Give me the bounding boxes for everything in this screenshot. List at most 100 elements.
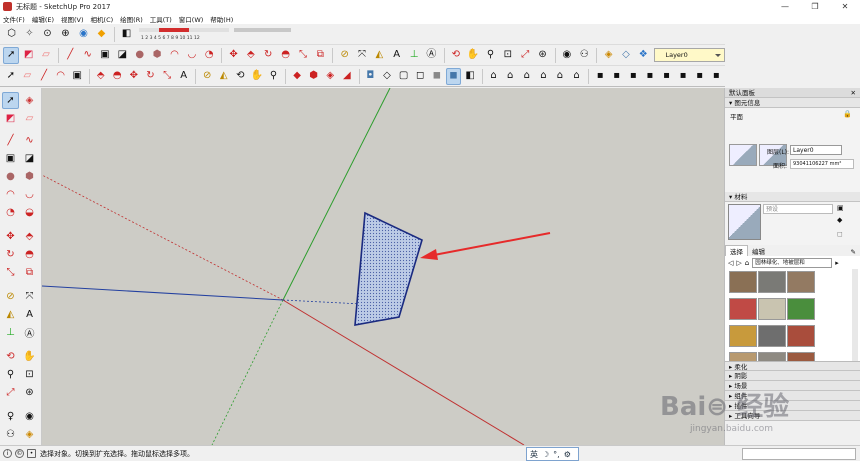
minimize-button[interactable]: — [770, 0, 800, 13]
offset-icon[interactable]: ⧉ [312, 47, 328, 64]
dimension-icon[interactable]: ⤧ [21, 288, 38, 305]
pan-icon[interactable]: ✋ [21, 348, 38, 365]
menu-tools[interactable]: 工具(T) [150, 14, 172, 24]
pinch-icon[interactable]: ✧ [21, 26, 38, 43]
rotated-rect-icon[interactable]: ◪ [21, 150, 38, 167]
pan-icon[interactable]: ✋ [465, 47, 481, 64]
arc2-icon[interactable]: ◡ [21, 186, 38, 203]
user-icon[interactable]: • [27, 449, 36, 458]
ime-language[interactable]: 英 [530, 449, 538, 460]
shadow-slider[interactable]: 1 2 3 4 5 6 7 8 9 10 11 12 [139, 26, 291, 42]
protractor-icon[interactable]: ◭ [371, 47, 387, 64]
offset-icon[interactable]: ⧉ [21, 264, 38, 281]
back-icon[interactable]: ◁ [728, 259, 733, 267]
freehand-icon[interactable]: ∿ [21, 132, 38, 149]
material-swatch[interactable] [758, 271, 786, 293]
material-swatch[interactable] [758, 352, 786, 361]
walk-icon[interactable]: ⚇ [576, 47, 592, 64]
freehand-icon[interactable]: ∿ [79, 47, 95, 64]
soften-header[interactable]: ▸ 柔化 [725, 361, 860, 371]
front-material-swatch[interactable] [729, 144, 757, 166]
zoom-icon[interactable]: ⚲ [2, 366, 19, 383]
drawing-viewport[interactable] [42, 88, 724, 445]
materials-header[interactable]: ▾ 材料 [725, 192, 860, 202]
offset-icon[interactable]: A [176, 68, 192, 85]
layers-icon[interactable]: ❖ [635, 47, 651, 64]
move-icon[interactable]: ✥ [2, 228, 19, 245]
menu-edit[interactable]: 编辑(E) [32, 14, 54, 24]
intersect-icon[interactable]: ▪ [609, 68, 625, 85]
shaded-textures-icon[interactable]: ◼ [445, 67, 462, 85]
top-view-icon[interactable]: ⌂ [502, 68, 518, 85]
close-icon[interactable]: ✕ [851, 88, 856, 98]
shadows-header[interactable]: ▸ 阴影 [725, 371, 860, 381]
xray-icon[interactable]: ◘ [363, 68, 379, 85]
move-icon[interactable]: ✥ [225, 47, 241, 64]
axes-icon[interactable]: ⊥ [406, 47, 422, 64]
position-camera-icon[interactable]: ♀ [2, 408, 19, 425]
menu-view[interactable]: 视图(V) [61, 14, 84, 24]
rectangle-icon[interactable]: ▣ [97, 47, 113, 64]
info-icon[interactable]: i [3, 449, 12, 458]
eraser-icon[interactable]: ▱ [20, 68, 36, 85]
text-icon[interactable]: A [389, 47, 405, 64]
3d-text-icon[interactable]: Ⓐ [423, 47, 439, 64]
pin-globe-icon[interactable]: ◉ [75, 26, 92, 43]
material-library-select[interactable]: 园林绿化、地被层和 [752, 257, 833, 268]
select-icon[interactable]: ➚ [3, 46, 20, 64]
tape-measure-icon[interactable]: ⊘ [2, 288, 19, 305]
scene-canvas[interactable] [42, 88, 724, 445]
entity-info-header[interactable]: ▾ 图元信息 [725, 98, 860, 108]
follow-me-icon[interactable]: ◓ [109, 68, 125, 85]
menu-camera[interactable]: 相机(C) [91, 14, 114, 24]
ime-bar[interactable]: 英 ☽ °, ⚙ [526, 447, 579, 461]
rotate-icon[interactable]: ↻ [143, 68, 159, 85]
lock-icon[interactable]: 🔒 [843, 110, 852, 118]
move-icon[interactable]: ✥ [126, 68, 142, 85]
cube-icon[interactable]: ⬡ [3, 26, 20, 43]
union-icon[interactable]: ▪ [625, 68, 641, 85]
menu-draw[interactable]: 绘图(R) [120, 14, 143, 24]
3d-text-icon[interactable]: Ⓐ [21, 324, 38, 341]
section-plane-icon[interactable]: ◈ [600, 47, 616, 64]
arc-icon[interactable]: ◠ [166, 47, 182, 64]
punctuation-icon[interactable]: °, [553, 450, 560, 459]
material-name-field[interactable]: 预设 [763, 204, 833, 214]
material-swatch[interactable] [787, 325, 815, 347]
selected-face[interactable] [354, 211, 423, 326]
rotated-rect-icon[interactable]: ◪ [114, 47, 130, 64]
push-pull-icon[interactable]: ⬘ [21, 228, 38, 245]
menu-help[interactable]: 帮助(H) [210, 14, 233, 24]
forward-icon[interactable]: ▷ [736, 259, 741, 267]
close-button[interactable]: ✕ [830, 0, 860, 13]
right-view-icon[interactable]: ⌂ [536, 68, 552, 85]
pin-plus-icon[interactable]: ⊕ [57, 26, 74, 43]
tape-measure-icon[interactable]: ⊘ [199, 68, 215, 85]
map-pin-icon[interactable]: ⊙ [39, 26, 56, 43]
orbit-icon[interactable]: ⟲ [2, 348, 19, 365]
maximize-button[interactable]: ❐ [800, 0, 830, 13]
orbit-icon[interactable]: ⟲ [448, 47, 464, 64]
shadow-eraser-icon[interactable]: ◧ [118, 26, 135, 43]
scenes-icon[interactable]: ◢ [339, 68, 355, 85]
entity-layer-select[interactable]: Layer0 [790, 145, 842, 155]
components-icon[interactable]: ⬢ [306, 68, 322, 85]
paint-bucket-icon[interactable]: ◩ [20, 47, 36, 64]
create-material-icon[interactable]: ◆ [837, 216, 842, 224]
push-pull-icon[interactable]: ⬘ [243, 47, 259, 64]
material-swatch[interactable] [787, 271, 815, 293]
select-icon[interactable]: ➚ [3, 68, 19, 85]
material-swatch[interactable] [729, 325, 757, 347]
group-icon[interactable]: ▪ [708, 68, 724, 85]
trim-icon[interactable]: ▪ [659, 68, 675, 85]
arc2-icon[interactable]: ◡ [184, 47, 200, 64]
polygon-icon[interactable]: ⬢ [149, 47, 165, 64]
rectangle-icon[interactable]: ▣ [69, 68, 85, 85]
home-icon[interactable]: ⌂ [745, 259, 749, 267]
hidden-line-icon[interactable]: ◻ [412, 68, 428, 85]
credit-icon[interactable]: © [15, 449, 24, 458]
eraser-icon[interactable]: ▱ [21, 110, 38, 127]
gear-icon[interactable]: ⚙ [564, 450, 571, 459]
pencil-icon[interactable]: ╱ [62, 47, 78, 64]
protractor-icon[interactable]: ◭ [216, 68, 232, 85]
